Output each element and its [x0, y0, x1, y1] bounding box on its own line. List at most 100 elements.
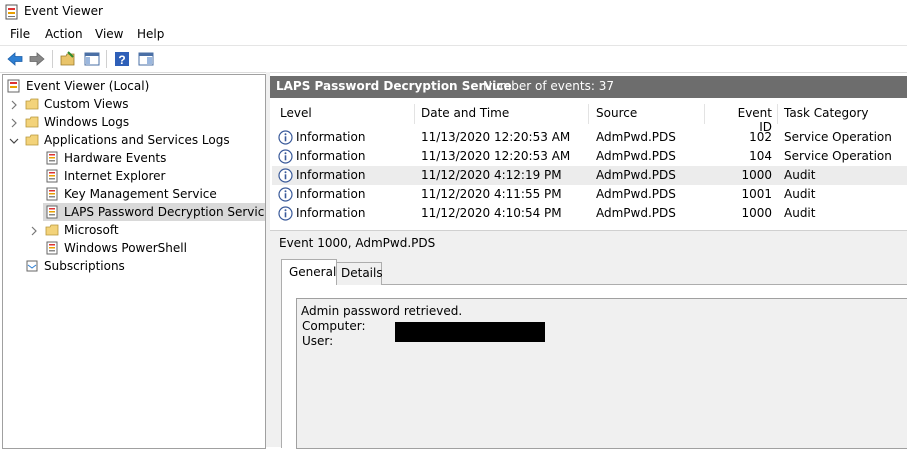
menu-file[interactable]: File — [10, 27, 30, 41]
chevron-right-icon[interactable] — [29, 226, 39, 236]
cell-event-id: 1000 — [741, 206, 772, 220]
tree-item-internet-explorer[interactable]: Internet Explorer — [45, 167, 165, 185]
folder-icon — [25, 116, 39, 128]
title-bar: Event Viewer — [0, 0, 907, 24]
tree-label: Windows PowerShell — [64, 241, 187, 255]
tab-details[interactable]: Details — [335, 262, 383, 285]
information-icon — [278, 168, 293, 183]
tree-label: LAPS Password Decryption Service — [64, 205, 266, 219]
table-row[interactable]: Information 11/13/2020 12:20:53 AM AdmPw… — [272, 147, 907, 166]
cell-source: AdmPwd.PDS — [596, 168, 676, 182]
column-header-task-category[interactable]: Task Category — [784, 106, 869, 120]
chevron-down-icon[interactable] — [9, 136, 19, 146]
table-row[interactable]: Information 11/13/2020 12:20:53 AM AdmPw… — [272, 128, 907, 147]
tab-label: Details — [341, 266, 383, 280]
toolbar-separator — [52, 50, 53, 68]
cell-category: Service Operation — [784, 130, 892, 144]
folder-open-icon — [25, 134, 39, 146]
log-icon — [46, 151, 58, 165]
table-row-selected[interactable]: Information 11/12/2020 4:12:19 PM AdmPwd… — [272, 166, 907, 185]
tree-item-custom-views[interactable]: Custom Views — [25, 95, 129, 113]
tree-label: Windows Logs — [44, 115, 130, 129]
cell-date: 11/13/2020 12:20:53 AM — [421, 130, 571, 144]
cell-category: Audit — [784, 168, 816, 182]
column-separator[interactable] — [414, 104, 415, 124]
column-header-level[interactable]: Level — [280, 106, 312, 120]
log-icon — [46, 241, 58, 255]
log-icon — [46, 187, 58, 201]
column-separator[interactable] — [777, 104, 778, 124]
cell-level: Information — [296, 206, 366, 220]
toolbar: ? — [0, 45, 907, 73]
tree-label: Microsoft — [64, 223, 119, 237]
cell-source: AdmPwd.PDS — [596, 206, 676, 220]
svg-text:?: ? — [118, 53, 125, 67]
tree-item-laps-password-decryption-service[interactable]: LAPS Password Decryption Service — [43, 203, 266, 221]
show-hide-action-pane-icon[interactable] — [137, 50, 155, 68]
cell-category: Service Operation — [784, 149, 892, 163]
column-separator[interactable] — [704, 104, 705, 124]
column-header-source[interactable]: Source — [596, 106, 637, 120]
cell-source: AdmPwd.PDS — [596, 149, 676, 163]
folder-icon — [25, 98, 39, 110]
table-row[interactable]: Information 11/12/2020 4:11:55 PM AdmPwd… — [272, 185, 907, 204]
console-tree: Event Viewer (Local) Custom Views Window… — [2, 74, 266, 449]
menu-action[interactable]: Action — [45, 27, 83, 41]
cell-category: Audit — [784, 206, 816, 220]
show-hide-tree-icon[interactable] — [83, 50, 101, 68]
tree-label: Key Management Service — [64, 187, 217, 201]
event-count: Number of events: 37 — [483, 79, 614, 93]
cell-level: Information — [296, 130, 366, 144]
column-header-date[interactable]: Date and Time — [421, 106, 509, 120]
tree-item-event-viewer-local[interactable]: Event Viewer (Local) — [7, 77, 149, 95]
cell-event-id: 1001 — [741, 187, 772, 201]
log-header: LAPS Password Decryption Service Number … — [270, 76, 907, 98]
cell-level: Information — [296, 149, 366, 163]
cell-source: AdmPwd.PDS — [596, 187, 676, 201]
cell-date: 11/13/2020 12:20:53 AM — [421, 149, 571, 163]
chevron-right-icon[interactable] — [9, 118, 19, 128]
information-icon — [278, 130, 293, 145]
user-label: User: — [302, 334, 334, 348]
tree-item-microsoft[interactable]: Microsoft — [45, 221, 119, 239]
window-title: Event Viewer — [24, 4, 103, 18]
information-icon — [278, 187, 293, 202]
back-icon[interactable] — [6, 50, 24, 68]
tab-label: General — [289, 265, 337, 279]
cell-date: 11/12/2020 4:11:55 PM — [421, 187, 562, 201]
toolbar-separator — [106, 50, 107, 68]
tree-item-windows-powershell[interactable]: Windows PowerShell — [45, 239, 187, 257]
description-message: Admin password retrieved. — [301, 304, 463, 318]
tree-item-subscriptions[interactable]: Subscriptions — [25, 257, 125, 275]
menu-bar: File Action View Help — [0, 24, 907, 44]
cell-source: AdmPwd.PDS — [596, 130, 676, 144]
folder-icon — [45, 224, 59, 236]
information-icon — [278, 206, 293, 221]
help-icon[interactable]: ? — [113, 50, 131, 68]
tab-general[interactable]: General — [281, 259, 337, 285]
log-name: LAPS Password Decryption Service — [276, 79, 512, 93]
event-viewer-icon — [7, 79, 20, 93]
tree-item-hardware-events[interactable]: Hardware Events — [45, 149, 166, 167]
event-viewer-icon — [5, 4, 18, 20]
cell-date: 11/12/2020 4:12:19 PM — [421, 168, 562, 182]
forward-icon[interactable] — [28, 50, 46, 68]
subscriptions-icon — [26, 260, 38, 272]
table-row[interactable]: Information 11/12/2020 4:10:54 PM AdmPwd… — [272, 204, 907, 223]
redaction-bar — [395, 322, 545, 342]
open-folder-icon[interactable] — [59, 50, 77, 68]
event-description[interactable]: Admin password retrieved. Computer: User… — [296, 298, 907, 449]
tree-item-key-management-service[interactable]: Key Management Service — [45, 185, 217, 203]
tree-item-windows-logs[interactable]: Windows Logs — [25, 113, 129, 131]
column-separator[interactable] — [588, 104, 589, 124]
log-icon — [46, 169, 58, 183]
chevron-right-icon[interactable] — [9, 100, 19, 110]
tree-item-apps-services-logs[interactable]: Applications and Services Logs — [25, 131, 230, 149]
information-icon — [278, 149, 293, 164]
tree-label: Applications and Services Logs — [44, 133, 230, 147]
event-detail-title: Event 1000, AdmPwd.PDS — [279, 236, 436, 250]
tree-label: Custom Views — [44, 97, 129, 111]
menu-help[interactable]: Help — [137, 27, 164, 41]
menu-view[interactable]: View — [95, 27, 123, 41]
log-icon — [46, 205, 58, 219]
